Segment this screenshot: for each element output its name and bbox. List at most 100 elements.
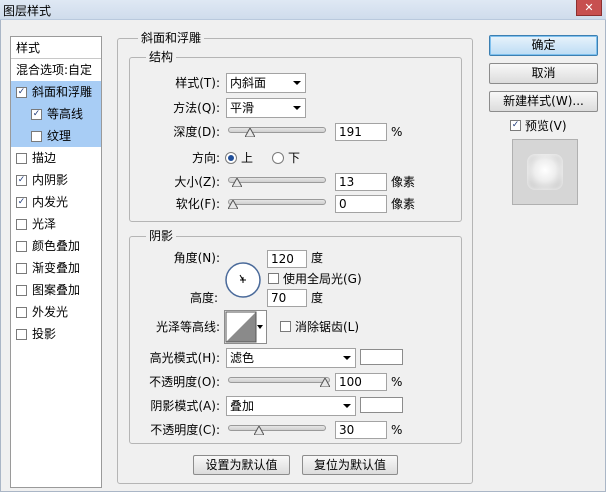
window-title: 图层样式 [3,4,52,18]
styles-list-item-label: 描边 [32,151,57,165]
gloss-contour-picker[interactable] [224,310,267,344]
chevron-down-icon [343,404,351,408]
highlight-opacity-slider[interactable] [228,377,330,383]
highlight-mode-label: 高光模式(H): [149,351,220,365]
styles-list-item-label: 光泽 [32,217,57,231]
size-slider-thumb[interactable] [232,178,243,187]
shadow-opacity-input[interactable]: 30 [335,421,387,439]
styles-list-item-checkbox[interactable] [16,219,27,230]
chevron-down-icon [293,106,301,110]
shadow-mode-select[interactable]: 叠加 [226,396,356,416]
styles-list-item-checkbox[interactable]: ✓ [31,109,42,120]
highlight-opacity-slider-thumb[interactable] [320,378,330,387]
altitude-label: 高度: [189,291,218,305]
preview-checkbox[interactable]: ✓ [510,120,521,131]
preview-label: 预览(V) [525,119,567,133]
depth-input[interactable]: 191 [335,123,387,141]
styles-list-item-label: 斜面和浮雕 [32,85,93,99]
soften-slider[interactable] [228,199,326,205]
styles-list-item[interactable]: 光泽 [11,213,101,235]
styles-list-item[interactable]: 混合选项:自定 [11,59,101,81]
soften-label: 软化(F): [175,197,220,211]
styles-list-item[interactable]: 颜色叠加 [11,235,101,257]
styles-list-item-checkbox[interactable] [16,241,27,252]
styles-list-item-checkbox[interactable] [16,307,27,318]
technique-label: 方法(Q): [173,101,220,115]
styles-list-item[interactable]: 纹理 [11,125,101,147]
styles-list-item[interactable]: ✓ 内发光 [11,191,101,213]
antialias-checkbox[interactable] [280,321,291,332]
shadow-opacity-label: 不透明度(C): [150,423,220,437]
antialias-label: 消除锯齿(L) [295,320,360,334]
direction-up-label: 上 [241,151,254,165]
altitude-input[interactable]: 70 [267,289,307,307]
depth-slider-thumb[interactable] [244,128,255,137]
highlight-opacity-unit: % [391,375,403,389]
size-slider[interactable] [228,177,326,183]
shadow-color-swatch[interactable] [360,397,403,413]
technique-select-value: 平滑 [230,101,255,115]
styles-list-item-label: 投影 [32,327,57,341]
style-preview-thumbnail [512,139,578,205]
highlight-mode-value: 滤色 [230,351,255,365]
styles-list-item-checkbox[interactable]: ✓ [16,197,27,208]
styles-list-item[interactable]: ✓ 斜面和浮雕 [11,81,101,103]
global-light-checkbox[interactable] [268,273,279,284]
direction-down-radio[interactable] [272,152,284,164]
highlight-opacity-input[interactable]: 100 [335,373,387,391]
depth-label: 深度(D): [173,125,220,139]
make-default-button[interactable]: 设置为默认值 [193,455,290,475]
soften-unit: 像素 [391,197,416,211]
angle-label: 角度(N): [173,251,220,265]
shadow-mode-value: 叠加 [230,399,255,413]
direction-up-radio[interactable] [225,152,237,164]
cancel-button[interactable]: 取消 [489,63,598,84]
style-label: 样式(T): [175,76,220,90]
bevel-emboss-title: 斜面和浮雕 [138,31,205,45]
technique-select[interactable]: 平滑 [226,98,306,118]
title-bar: 图层样式 [0,0,606,20]
close-icon: ✕ [584,1,594,14]
altitude-unit: 度 [311,291,324,305]
styles-list-item-checkbox[interactable] [16,263,27,274]
depth-slider[interactable] [228,127,326,133]
shadow-mode-label: 阴影模式(A): [150,399,220,413]
styles-list-item-label: 颜色叠加 [32,239,81,253]
soften-slider-thumb[interactable] [228,200,238,209]
styles-list-item[interactable]: 外发光 [11,301,101,323]
reset-default-button[interactable]: 复位为默认值 [302,455,398,475]
styles-list-item[interactable]: ✓ 等高线 [11,103,101,125]
styles-list-item[interactable]: 投影 [11,323,101,345]
shadow-opacity-slider-thumb[interactable] [254,426,265,435]
highlight-mode-select[interactable]: 滤色 [226,348,356,368]
styles-list-item-checkbox[interactable]: ✓ [16,87,27,98]
size-input[interactable]: 13 [335,173,387,191]
shadow-opacity-unit: % [391,423,403,437]
styles-list-item-label: 渐变叠加 [32,261,81,275]
shadow-opacity-slider[interactable] [228,425,326,431]
structure-title: 结构 [146,50,177,64]
styles-list-item[interactable]: 描边 [11,147,101,169]
styles-list-item-checkbox[interactable] [16,329,27,340]
new-style-button[interactable]: 新建样式(W)... [489,91,598,112]
styles-list-item-checkbox[interactable] [31,131,42,142]
angle-unit: 度 [311,251,324,265]
direction-label: 方向: [191,151,220,165]
styles-list-item-checkbox[interactable]: ✓ [16,175,27,186]
highlight-color-swatch[interactable] [360,349,403,365]
soften-input[interactable]: 0 [335,195,387,213]
close-button[interactable]: ✕ [576,0,602,16]
angle-dial[interactable] [224,261,262,299]
angle-input[interactable]: 120 [267,250,307,268]
styles-list-item-label: 内发光 [32,195,69,209]
styles-list-item-checkbox[interactable] [16,153,27,164]
styles-list-item[interactable]: ✓ 内阴影 [11,169,101,191]
shading-title: 阴影 [146,229,177,243]
styles-list-item[interactable]: 渐变叠加 [11,257,101,279]
styles-list-item-label: 内阴影 [32,173,69,187]
styles-list-item-checkbox[interactable] [16,285,27,296]
direction-down-label: 下 [288,151,301,165]
style-select[interactable]: 内斜面 [226,73,306,93]
styles-list-item[interactable]: 图案叠加 [11,279,101,301]
ok-button[interactable]: 确定 [489,35,598,56]
